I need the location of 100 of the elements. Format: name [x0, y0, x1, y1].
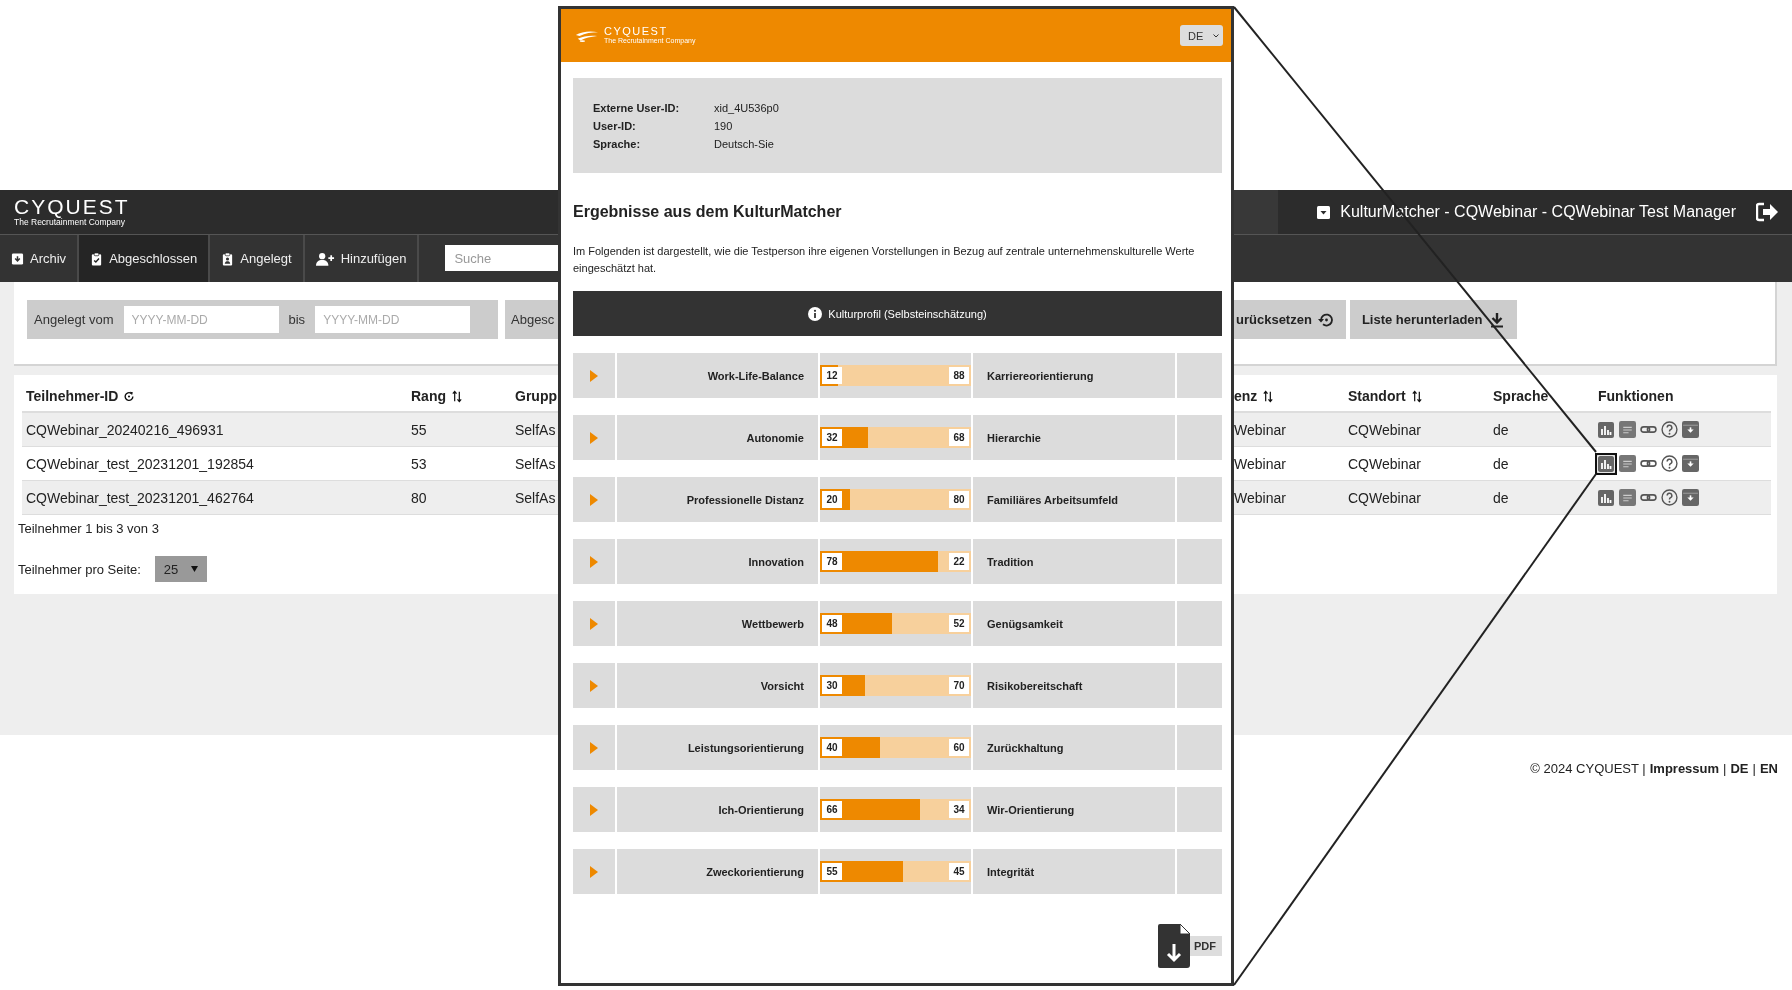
expand-cell[interactable]: [573, 787, 615, 832]
help-icon[interactable]: [1661, 455, 1678, 472]
caret-icon: [1213, 33, 1219, 38]
dimension-label: Wettbewerb: [617, 601, 818, 646]
expand-cell[interactable]: [573, 353, 615, 398]
dimension-label: Innovation: [617, 539, 818, 584]
pdf-button[interactable]: PDF: [1158, 924, 1222, 968]
info-label: Externe User-ID:: [593, 101, 681, 114]
empty-cell: [1177, 415, 1222, 460]
results-heading: Ergebnisse aus dem KulturMatcher: [573, 202, 843, 222]
score-value: 20: [822, 491, 842, 508]
dimension-label: Autonomie: [617, 415, 818, 460]
expand-cell[interactable]: [573, 415, 615, 460]
sort-icon[interactable]: [451, 389, 463, 403]
score-value: 52: [949, 615, 969, 632]
sort-icon[interactable]: [1410, 389, 1423, 403]
status-filter[interactable]: Abgesc: [505, 300, 558, 339]
table-cell-text: Webinar: [1234, 421, 1287, 438]
table-cell-text: 55: [410, 421, 428, 438]
expand-arrow-icon[interactable]: [590, 741, 598, 754]
expand-cell[interactable]: [573, 601, 615, 646]
expand-arrow-icon[interactable]: [590, 555, 598, 568]
expand-cell[interactable]: [573, 663, 615, 708]
archive-icon[interactable]: [1682, 489, 1699, 506]
expand-arrow-icon[interactable]: [590, 493, 598, 506]
reset-button[interactable]: urücksetzen: [1234, 300, 1346, 339]
document-icon[interactable]: [1619, 489, 1636, 506]
empty-cell: [1177, 663, 1222, 708]
per-page-select[interactable]: 25: [154, 556, 207, 582]
per-page-label: Teilnehmer pro Seite:: [18, 561, 141, 577]
pager-summary: Teilnehmer 1 bis 3 von 3: [18, 520, 160, 536]
column-header: Sprache: [1493, 388, 1549, 404]
intro-text: Im Folgenden ist dargestellt, wie die Testperson ihre eigenen Vorstellungen in Bezug auf zentrale unternehmenskulturelle Werte eingeschätzt hat.: [573, 244, 1196, 276]
archive-icon[interactable]: [1682, 421, 1699, 438]
table-cell-text: CQWebinar: [1348, 455, 1422, 472]
search-field[interactable]: Suche: [445, 245, 558, 271]
table-cell-text: SelfAs: [514, 455, 557, 472]
expand-cell[interactable]: [573, 725, 615, 770]
info-icon: [808, 306, 823, 321]
expand-arrow-icon[interactable]: [590, 617, 598, 630]
filter-label: bis: [288, 312, 306, 327]
dimension-label: Zurückhaltung: [973, 725, 1175, 770]
date-field[interactable]: YYYY-MM-DD: [123, 306, 279, 333]
logout-icon[interactable]: [1756, 202, 1778, 222]
footer-link[interactable]: DE: [1730, 761, 1749, 776]
table-cell-text: SelfAs: [514, 489, 557, 506]
separator: |: [1752, 761, 1756, 776]
empty-cell: [1177, 477, 1222, 522]
table-cell-text: CQWebinar: [1348, 421, 1422, 438]
table-cell-text: CQWebinar_test_20231201_192854: [25, 455, 255, 472]
expand-arrow-icon[interactable]: [590, 803, 598, 816]
help-icon[interactable]: [1661, 489, 1678, 506]
info-label: User-ID:: [593, 119, 637, 132]
info-value: 190: [714, 119, 734, 132]
download-list-button[interactable]: Liste herunterladen: [1349, 300, 1517, 339]
dimension-label: Wir-Orientierung: [973, 787, 1175, 832]
score-value: 68: [949, 429, 969, 446]
dimension-label: Ich-Orientierung: [617, 787, 818, 832]
table-cell-text: SelfAs: [514, 421, 557, 438]
refresh-icon[interactable]: [123, 389, 136, 403]
dimension-label: Leistungsorientierung: [617, 725, 818, 770]
expand-cell[interactable]: [573, 849, 615, 894]
reset-icon: [1317, 311, 1334, 328]
column-header: Grupp: [515, 388, 557, 404]
score-value: 80: [949, 491, 969, 508]
footer-link[interactable]: Impressum: [1649, 761, 1720, 776]
info-value: Deutsch-Sie: [714, 137, 775, 150]
expand-cell[interactable]: [573, 539, 615, 584]
table-cell-text: CQWebinar_test_20231201_462764: [25, 489, 255, 506]
score-value: 55: [822, 863, 842, 880]
section-title: Kulturprofil (Selbsteinschätzung): [828, 307, 987, 320]
sort-icon[interactable]: [1262, 389, 1275, 403]
expand-cell[interactable]: [573, 477, 615, 522]
chart-icon[interactable]: [1595, 452, 1617, 475]
expand-arrow-icon[interactable]: [590, 369, 598, 382]
score-value: 60: [949, 739, 969, 756]
dimension-label: Integrität: [973, 849, 1175, 894]
document-icon[interactable]: [1619, 421, 1636, 438]
expand-arrow-icon[interactable]: [590, 679, 598, 692]
expand-arrow-icon[interactable]: [590, 865, 598, 878]
dimension-label: Familiäres Arbeitsumfeld: [973, 477, 1175, 522]
language-select[interactable]: DE: [1180, 25, 1223, 46]
table-cell-text: de: [1493, 421, 1510, 438]
table-cell-text: 80: [410, 489, 428, 506]
table-cell-text: CQWebinar: [1348, 489, 1422, 506]
nav-tab[interactable]: Abgeschlossen: [79, 235, 211, 282]
app-title: KulturMatcher - CQWebinar - CQWebinar Test Manager: [1340, 203, 1736, 221]
table-cell-text: de: [1493, 489, 1510, 506]
dimension-label: Hierarchie: [973, 415, 1175, 460]
score-value: 34: [949, 801, 969, 818]
help-icon[interactable]: [1661, 421, 1678, 438]
dimension-label: Professionelle Distanz: [617, 477, 818, 522]
dimension-label: Tradition: [973, 539, 1175, 584]
table-cell-text: de: [1493, 455, 1510, 472]
archive-icon[interactable]: [1682, 455, 1699, 472]
footer-link[interactable]: EN: [1759, 761, 1778, 776]
clipboard-user-icon: [221, 251, 235, 266]
date-field[interactable]: YYYY-MM-DD: [315, 306, 471, 333]
dropdown-icon[interactable]: [1317, 205, 1331, 219]
expand-arrow-icon[interactable]: [590, 431, 598, 444]
